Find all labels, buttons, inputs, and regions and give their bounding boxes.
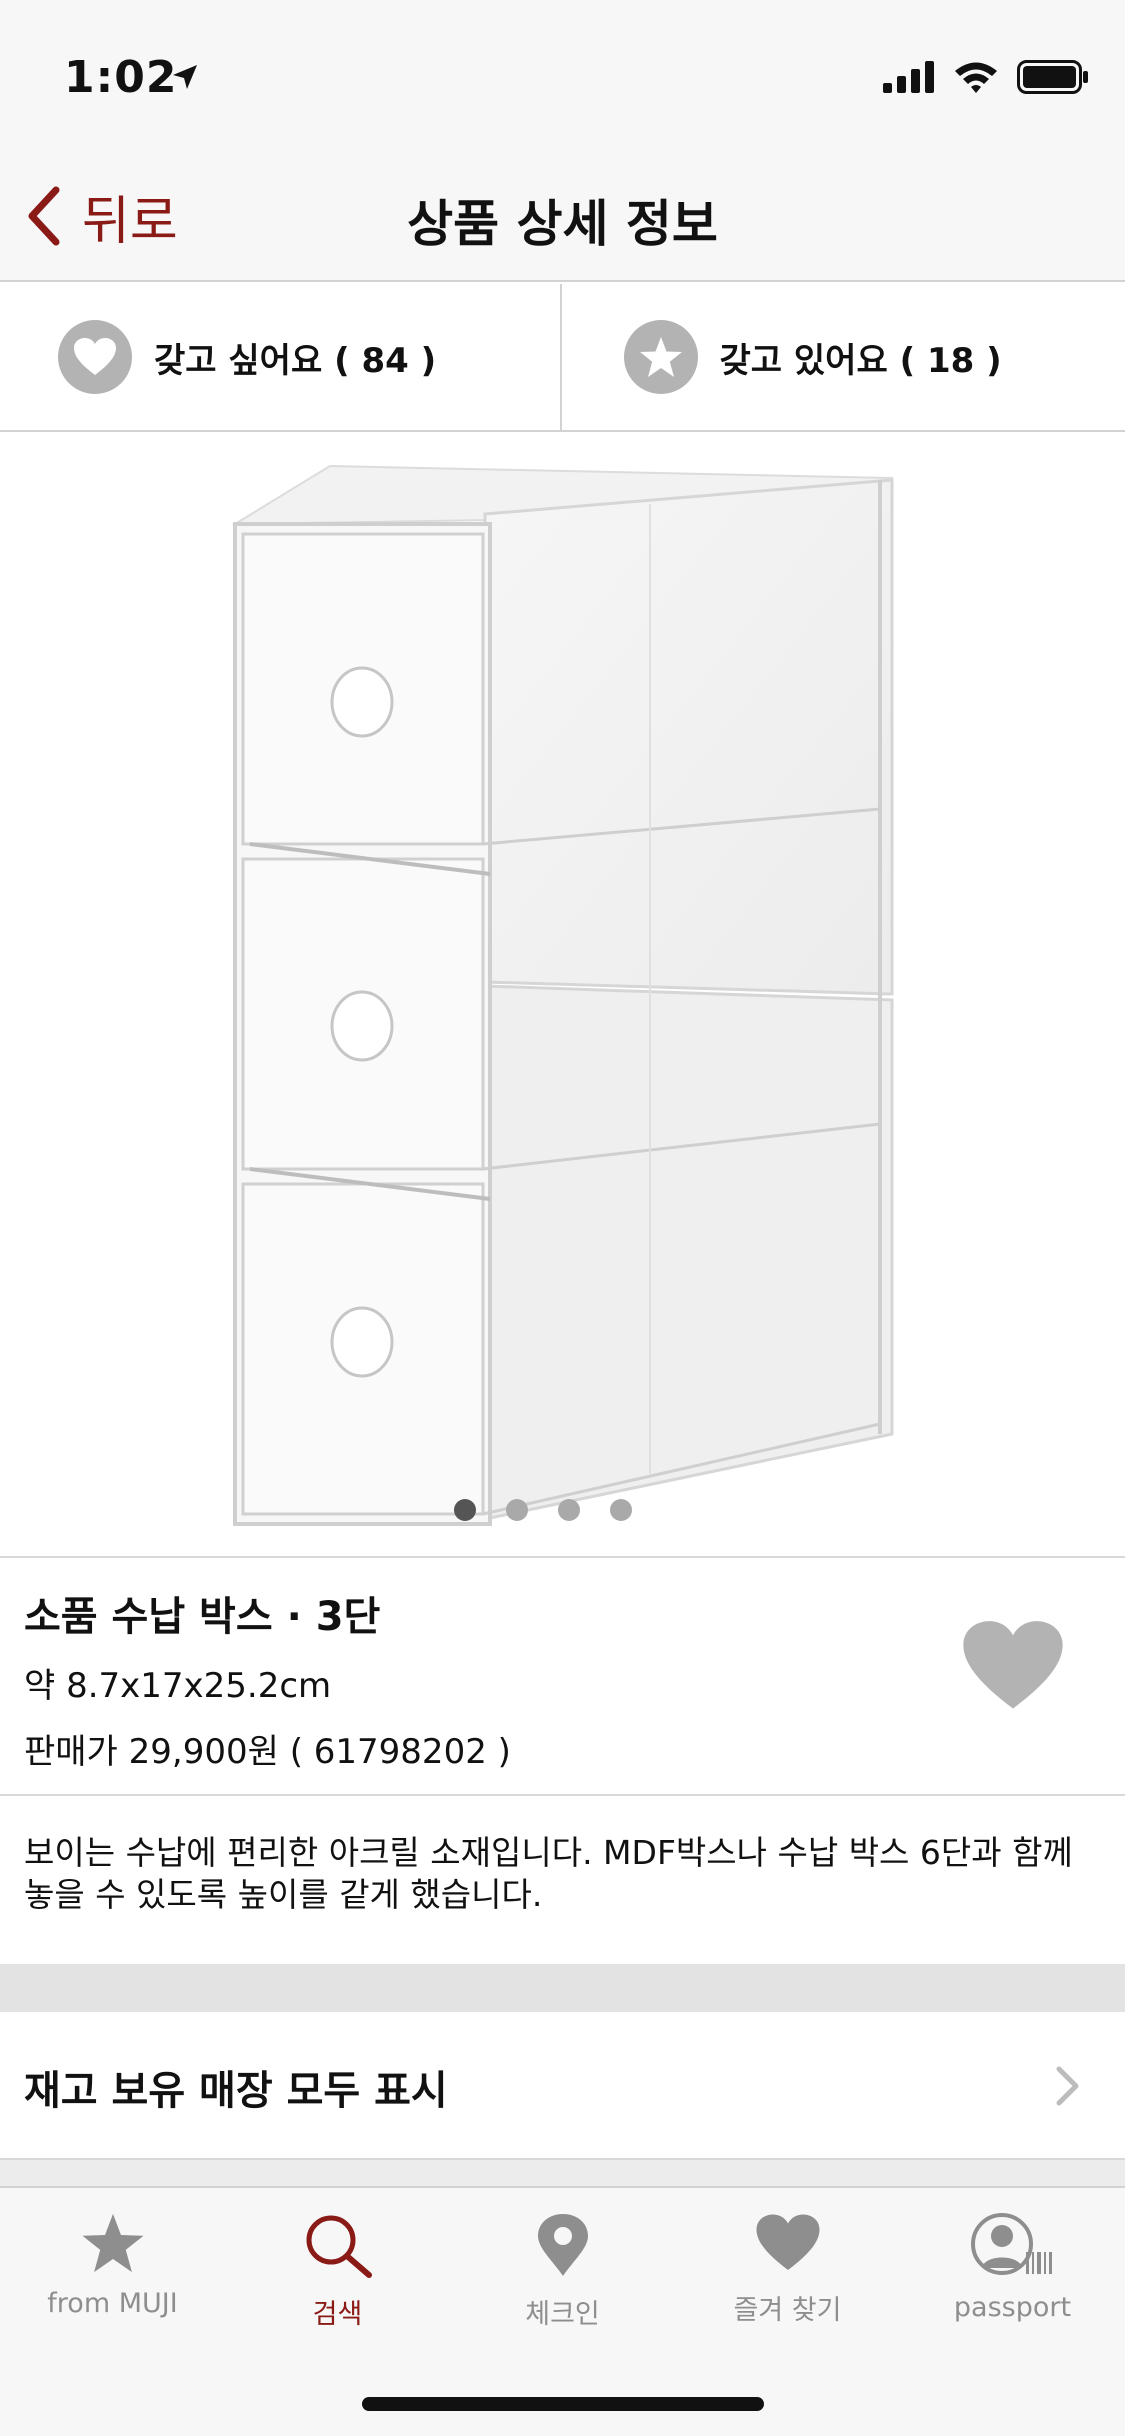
product-size: 약 8.7x17x25.2cm xyxy=(24,1666,332,1706)
favorite-button[interactable] xyxy=(961,1618,1065,1714)
status-indicators xyxy=(883,60,1089,94)
cellular-signal-icon xyxy=(883,61,934,93)
product-description: 보이는 수납에 편리한 아크릴 소재입니다. MDF박스나 수납 박스 6단과 … xyxy=(24,1832,1104,1916)
search-icon xyxy=(306,2215,372,2278)
heart-icon xyxy=(963,1621,1063,1709)
show-all-stock-stores-row[interactable]: 재고 보유 매장 모두 표시 xyxy=(0,2012,1125,2160)
description-line: 보이는 수납에 편리한 아크릴 소재입니다. MDF박스나 수납 박스 6단과 … xyxy=(24,1833,1073,1872)
section-divider xyxy=(0,2160,1125,2186)
nav-bar: 뒤로 상품 상세 정보 xyxy=(0,150,1125,282)
status-time: 1:02 xyxy=(64,52,178,103)
product-price: 판매가 29,900원 ( 61798202 ) xyxy=(24,1732,511,1772)
section-divider xyxy=(0,1964,1125,2012)
status-bar: 1:02 xyxy=(0,0,1125,150)
have-label: 갖고 있어요 ( 18 ) xyxy=(719,340,1002,381)
tab-search[interactable]: 검색 xyxy=(225,2212,450,2342)
carousel-dot[interactable] xyxy=(557,1499,580,1521)
product-image xyxy=(231,464,894,1526)
stock-stores-label: 재고 보유 매장 모두 표시 xyxy=(24,2068,448,2114)
tab-label: from MUJI xyxy=(47,2288,178,2319)
carousel-dot[interactable] xyxy=(505,1499,528,1521)
wifi-icon xyxy=(955,62,997,93)
home-indicator xyxy=(362,2397,764,2411)
page-title: 상품 상세 정보 xyxy=(407,195,718,253)
tab-label: 체크인 xyxy=(525,2299,600,2330)
chevron-right-icon xyxy=(1056,2066,1079,2106)
carousel-dot[interactable] xyxy=(609,1499,632,1521)
product-info: 소품 수납 박스 · 3단 약 8.7x17x25.2cm 판매가 29,900… xyxy=(0,1556,1125,1796)
tab-from-muji[interactable]: from MUJI xyxy=(0,2212,225,2342)
tab-favorites[interactable]: 즐겨 찾기 xyxy=(675,2212,900,2342)
star-icon xyxy=(623,320,698,394)
tab-passport[interactable]: passport xyxy=(900,2212,1125,2342)
tab-label: 검색 xyxy=(312,2299,363,2330)
tab-checkin[interactable]: 체크인 xyxy=(450,2212,675,2342)
star-icon xyxy=(81,2213,144,2273)
have-button[interactable]: 갖고 있어요 ( 18 ) xyxy=(559,284,1125,430)
map-pin-icon xyxy=(537,2214,588,2276)
product-image-carousel[interactable] xyxy=(0,434,1125,1554)
heart-icon xyxy=(756,2214,819,2270)
want-have-row: 갖고 싶어요 ( 84 ) 갖고 있어요 ( 18 ) xyxy=(0,284,1125,432)
tab-label: passport xyxy=(953,2292,1072,2323)
description-line: 놓을 수 있도록 높이를 같게 했습니다. xyxy=(24,1875,543,1914)
heart-icon xyxy=(58,320,132,394)
product-name: 소품 수납 박스 · 3단 xyxy=(24,1594,381,1640)
location-arrow-icon xyxy=(170,62,200,96)
want-button[interactable]: 갖고 싶어요 ( 84 ) xyxy=(0,284,560,430)
tab-label: 즐겨 찾기 xyxy=(733,2295,842,2326)
battery-icon xyxy=(1017,60,1088,94)
want-label: 갖고 싶어요 ( 84 ) xyxy=(154,340,437,381)
passport-icon xyxy=(970,2213,1052,2275)
carousel-page-indicator xyxy=(0,1499,1105,1521)
carousel-dot[interactable] xyxy=(453,1499,476,1521)
